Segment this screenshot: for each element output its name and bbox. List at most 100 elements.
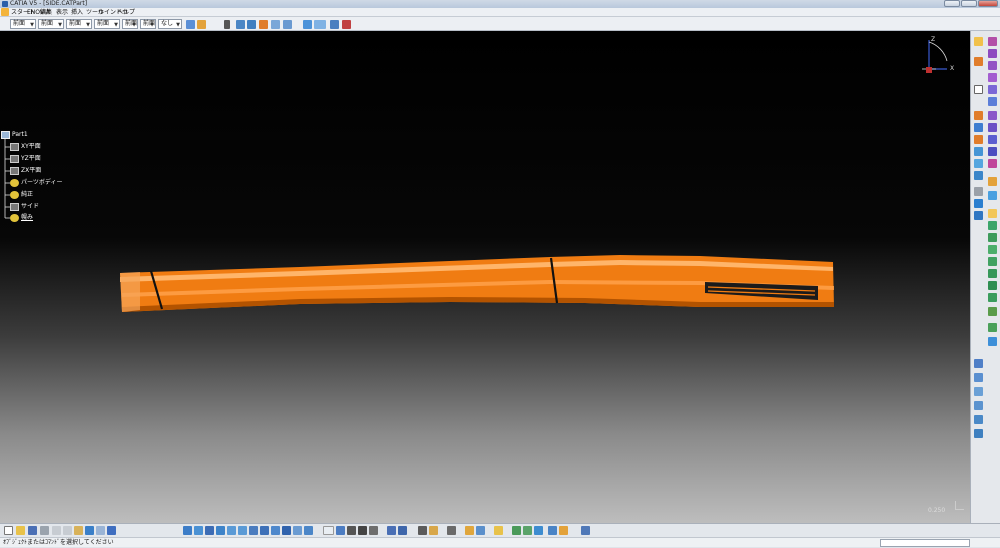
close-button[interactable] — [978, 0, 998, 7]
line-tool-icon[interactable] — [974, 111, 983, 120]
multi-view-icon[interactable] — [260, 526, 269, 535]
circle-tool-icon[interactable] — [974, 187, 983, 196]
projection-tool-icon[interactable] — [974, 159, 983, 168]
axis-system-icon[interactable] — [581, 526, 590, 535]
point-select[interactable]: 前面 ▼ — [140, 19, 156, 29]
thick-surface-tool-icon[interactable] — [988, 269, 997, 278]
help-icon[interactable] — [107, 526, 116, 535]
law-icon[interactable] — [548, 526, 557, 535]
rotate-view-icon[interactable] — [216, 526, 225, 535]
pad-icon[interactable] — [259, 20, 268, 29]
remove-face-tool-icon[interactable] — [988, 245, 997, 254]
stiffener-tool-icon[interactable] — [988, 123, 997, 132]
draft-analysis-icon[interactable] — [476, 526, 485, 535]
tree-item-zx-plane[interactable]: ZX平面 — [21, 167, 41, 175]
open-file-icon[interactable] — [16, 526, 25, 535]
comment-icon[interactable] — [336, 526, 345, 535]
paste-icon[interactable] — [74, 526, 83, 535]
check-icon[interactable] — [358, 526, 367, 535]
sketch-icon[interactable] — [236, 20, 245, 29]
properties-icon[interactable] — [197, 20, 206, 29]
pattern-tool-icon[interactable] — [988, 337, 997, 346]
shaft-icon[interactable] — [283, 20, 292, 29]
remove-loft-tool-icon[interactable] — [988, 147, 997, 156]
chamfer-tool-icon[interactable] — [988, 177, 997, 186]
point-icon[interactable] — [224, 20, 230, 29]
measure-between-icon[interactable] — [418, 526, 427, 535]
close-surface-tool-icon[interactable] — [988, 281, 997, 290]
command-input[interactable] — [880, 539, 970, 547]
zoom-in-icon[interactable] — [227, 526, 236, 535]
design-table-icon[interactable] — [534, 526, 543, 535]
rule-icon[interactable] — [347, 526, 356, 535]
groove-tool-icon[interactable] — [988, 73, 997, 82]
curve-tool-icon[interactable] — [974, 211, 983, 220]
sew-surface-tool-icon[interactable] — [988, 293, 997, 302]
redo-icon[interactable] — [96, 526, 105, 535]
assemble-tool-icon[interactable] — [974, 387, 983, 396]
measure-icon[interactable] — [303, 20, 312, 29]
minimize-button[interactable] — [944, 0, 960, 7]
knowledge-icon[interactable] — [342, 20, 351, 29]
tree-item-side[interactable]: サイド — [21, 203, 39, 211]
line-color-select[interactable]: 前面 ▼ — [10, 19, 36, 29]
axis-tool-icon[interactable] — [974, 147, 983, 156]
slot-tool-icon[interactable] — [988, 111, 997, 120]
catalog-icon[interactable] — [330, 20, 339, 29]
fly-mode-icon[interactable] — [183, 526, 192, 535]
fill-select[interactable]: 前面 ▼ — [38, 19, 64, 29]
reaction-icon[interactable] — [559, 526, 568, 535]
point-tool-icon[interactable] — [974, 135, 983, 144]
table-icon[interactable] — [369, 526, 378, 535]
fillet-tool-icon[interactable] — [988, 159, 997, 168]
snap-icon[interactable] — [398, 526, 407, 535]
spline-tool-icon[interactable] — [974, 199, 983, 208]
analysis-icon[interactable] — [314, 20, 326, 29]
select-icon[interactable] — [974, 37, 983, 46]
shell-tool-icon[interactable] — [988, 209, 997, 218]
thread-tool-icon[interactable] — [988, 233, 997, 242]
copy-icon[interactable] — [63, 526, 72, 535]
layer-select[interactable]: なし ▼ — [158, 19, 182, 29]
tree-item-yz-plane[interactable]: YZ平面 — [21, 155, 41, 163]
iso-view-icon[interactable] — [271, 526, 280, 535]
scan-icon[interactable] — [447, 526, 456, 535]
remove-tool-icon[interactable] — [974, 415, 983, 424]
shading-icon[interactable] — [282, 526, 291, 535]
app-icon[interactable] — [1, 8, 9, 16]
formula-icon[interactable] — [323, 526, 334, 535]
draft-tool-icon[interactable] — [988, 191, 997, 200]
fit-all-icon[interactable] — [194, 526, 203, 535]
translate-tool-icon[interactable] — [988, 307, 997, 316]
transparency-select[interactable]: 前面 ▼ — [66, 19, 92, 29]
save-icon[interactable] — [28, 526, 37, 535]
new-file-icon[interactable] — [4, 526, 13, 535]
maximize-button[interactable] — [961, 0, 977, 7]
tree-item-genuine[interactable]: 純正 — [21, 191, 33, 199]
mirror-tool-icon[interactable] — [988, 323, 997, 332]
zoom-out-icon[interactable] — [238, 526, 247, 535]
page-icon[interactable] — [974, 85, 983, 94]
shaft-tool-icon[interactable] — [988, 61, 997, 70]
hide-show-icon[interactable] — [293, 526, 302, 535]
line-weight-select[interactable]: 前面 ▼ — [94, 19, 120, 29]
pad-tool-icon[interactable] — [988, 37, 997, 46]
pocket-icon[interactable] — [271, 20, 280, 29]
side-molding-part[interactable] — [120, 255, 834, 312]
tree-item-part-body[interactable]: パーツボディー — [21, 179, 62, 187]
measure-item-icon[interactable] — [429, 526, 438, 535]
3d-viewport[interactable]: Z X Part1 XY平面 YZ平面 ZX平面 パーツボディー 純正 サイド … — [0, 31, 970, 523]
pan-icon[interactable] — [205, 526, 214, 535]
line-type-select[interactable]: 前面 ▼ — [122, 19, 138, 29]
rib-tool-icon[interactable] — [988, 97, 997, 106]
hole-tool-icon[interactable] — [988, 85, 997, 94]
pocket-tool-icon[interactable] — [988, 49, 997, 58]
normal-view-icon[interactable] — [249, 526, 258, 535]
split-tool-icon[interactable] — [988, 257, 997, 266]
print-icon[interactable] — [40, 526, 49, 535]
menu-help[interactable]: ヘルプ — [117, 8, 135, 17]
tree-item-active[interactable]: 幌み — [21, 214, 33, 222]
constraint-tool-icon[interactable] — [974, 359, 983, 368]
swap-space-icon[interactable] — [304, 526, 313, 535]
apply-material-icon[interactable] — [387, 526, 396, 535]
